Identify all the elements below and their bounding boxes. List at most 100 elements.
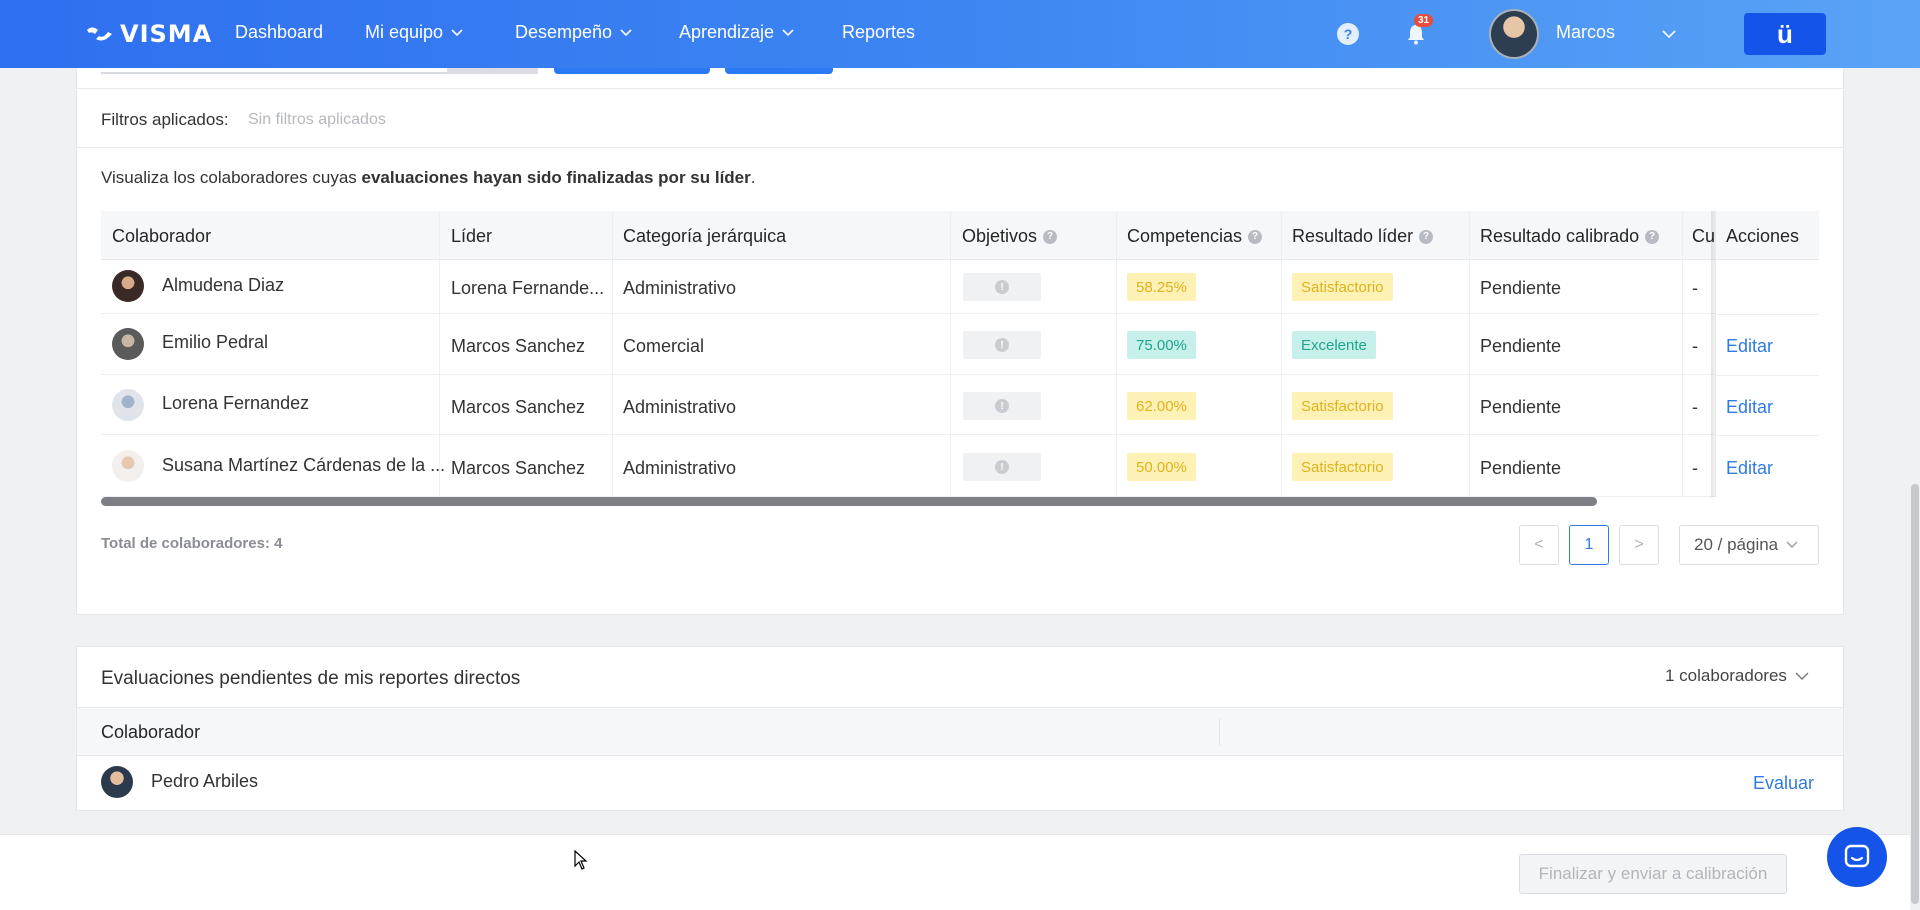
nav-aprendizaje[interactable]: Aprendizaje bbox=[679, 22, 794, 43]
chat-launcher-button[interactable] bbox=[1827, 827, 1887, 887]
header-resultado-lider-label: Resultado líder bbox=[1292, 226, 1414, 246]
header-lider[interactable]: Líder bbox=[451, 226, 492, 247]
cell-resultado-calibrado: Pendiente bbox=[1480, 397, 1562, 417]
chevron-down-icon bbox=[1786, 541, 1798, 548]
pending-count: 1 colaboradores bbox=[1665, 666, 1787, 685]
total-colaboradores: Total de colaboradores: 4 bbox=[101, 535, 283, 552]
header-resultado-calibrado[interactable]: Resultado calibrado? bbox=[1480, 226, 1660, 247]
nav-desempeno[interactable]: Desempeño bbox=[515, 22, 632, 43]
cell-cu: - bbox=[1692, 458, 1698, 478]
row-divider bbox=[1716, 375, 1819, 376]
cell-cu: - bbox=[1692, 278, 1698, 298]
edit-link[interactable]: Editar bbox=[1726, 397, 1773, 418]
alert-icon: ! bbox=[995, 338, 1009, 352]
header-colaborador[interactable]: Colaborador bbox=[112, 226, 211, 247]
nav-dashboard-label: Dashboard bbox=[235, 22, 324, 42]
avatar bbox=[112, 450, 144, 482]
header-acciones: Acciones bbox=[1726, 226, 1799, 247]
chat-icon bbox=[1844, 844, 1870, 868]
brand-name: VISMA bbox=[120, 20, 213, 48]
visma-logo[interactable]: VISMA bbox=[86, 20, 212, 48]
avatar bbox=[112, 389, 144, 421]
cell-resultado-calibrado: Pendiente bbox=[1480, 458, 1562, 478]
header-objetivos[interactable]: Objetivos? bbox=[962, 226, 1058, 247]
nav-dashboard[interactable]: Dashboard bbox=[235, 22, 323, 43]
header-competencias-label: Competencias bbox=[1127, 226, 1243, 246]
chevron-down-icon bbox=[620, 28, 632, 36]
cell-colaborador[interactable]: Almudena Diaz bbox=[162, 275, 284, 296]
objetivos-empty-pill: ! bbox=[963, 453, 1041, 481]
objetivos-empty-pill: ! bbox=[963, 273, 1041, 301]
pagination-page-1[interactable]: 1 bbox=[1569, 525, 1609, 565]
header-colaborador-label: Colaborador bbox=[112, 226, 212, 246]
cell-resultado-calibrado: Pendiente bbox=[1480, 278, 1562, 298]
competencias-tag: 62.00% bbox=[1127, 392, 1196, 420]
pending-colaborador-name[interactable]: Pedro Arbiles bbox=[151, 771, 258, 792]
page-scrollbar-thumb[interactable] bbox=[1911, 484, 1919, 904]
cell-categoria: Comercial bbox=[623, 336, 705, 356]
description-prefix: Visualiza los colaboradores cuyas bbox=[101, 168, 362, 187]
cell-lider: Lorena Fernande... bbox=[451, 278, 605, 298]
evaluations-table: Colaborador Líder Categoría jerárquica O… bbox=[101, 211, 1819, 497]
resultado-lider-tag: Excelente bbox=[1292, 331, 1376, 359]
user-menu-chevron-icon[interactable] bbox=[1662, 30, 1676, 39]
cell-resultado-calibrado: Pendiente bbox=[1480, 336, 1562, 356]
help-icon[interactable]: ? bbox=[1337, 23, 1359, 45]
info-icon[interactable]: ? bbox=[1645, 229, 1660, 244]
competencias-tag: 75.00% bbox=[1127, 331, 1196, 359]
competencias-tag: 50.00% bbox=[1127, 453, 1196, 481]
resultado-lider-tag: Satisfactorio bbox=[1292, 273, 1393, 301]
top-navbar: VISMA Dashboard Mi equipo Desempeño Apre… bbox=[0, 0, 1920, 68]
objetivos-empty-pill: ! bbox=[963, 331, 1041, 359]
visma-mark-icon bbox=[87, 27, 112, 41]
resultado-lider-tag: Satisfactorio bbox=[1292, 392, 1393, 420]
mouse-cursor-icon bbox=[574, 850, 588, 870]
cell-lider: Marcos Sanchez bbox=[451, 336, 586, 356]
pending-table-header bbox=[77, 707, 1843, 756]
description-bold: evaluaciones hayan sido finalizadas por … bbox=[361, 168, 751, 187]
cell-colaborador[interactable]: Lorena Fernandez bbox=[162, 393, 309, 414]
nav-aprendizaje-label: Aprendizaje bbox=[679, 22, 775, 42]
user-name[interactable]: Marcos bbox=[1556, 22, 1615, 43]
nav-mi-equipo[interactable]: Mi equipo bbox=[365, 22, 463, 43]
cell-categoria: Administrativo bbox=[623, 458, 737, 478]
app-switch-button[interactable]: ü bbox=[1744, 13, 1826, 55]
chevron-down-icon bbox=[1795, 672, 1809, 680]
divider bbox=[77, 147, 1843, 148]
chevron-down-icon bbox=[782, 28, 794, 36]
page-size-value: 20 / página bbox=[1694, 535, 1779, 554]
nav-desempeno-label: Desempeño bbox=[515, 22, 613, 42]
finish-and-send-button[interactable]: Finalizar y enviar a calibración bbox=[1519, 854, 1787, 894]
header-competencias[interactable]: Competencias? bbox=[1127, 226, 1263, 247]
pagination-next-button[interactable]: > bbox=[1619, 525, 1659, 565]
user-avatar[interactable] bbox=[1489, 9, 1539, 59]
alert-icon: ! bbox=[995, 460, 1009, 474]
info-icon[interactable]: ? bbox=[1248, 229, 1263, 244]
competencias-tag: 58.25% bbox=[1127, 273, 1196, 301]
nav-mi-equipo-label: Mi equipo bbox=[365, 22, 444, 42]
info-icon[interactable]: ? bbox=[1419, 229, 1434, 244]
cell-categoria: Administrativo bbox=[623, 397, 737, 417]
edit-link[interactable]: Editar bbox=[1726, 336, 1773, 357]
header-categoria[interactable]: Categoría jerárquica bbox=[623, 226, 786, 247]
cell-colaborador[interactable]: Susana Martínez Cárdenas de la ... bbox=[162, 455, 445, 476]
edit-link[interactable]: Editar bbox=[1726, 458, 1773, 479]
pagination-prev-button[interactable]: < bbox=[1519, 525, 1559, 565]
page-size-select[interactable]: 20 / página bbox=[1679, 525, 1819, 565]
nav-reportes[interactable]: Reportes bbox=[842, 22, 915, 43]
info-icon[interactable]: ? bbox=[1043, 229, 1058, 244]
evaluar-link[interactable]: Evaluar bbox=[1753, 773, 1814, 794]
avatar bbox=[101, 766, 133, 798]
cell-colaborador[interactable]: Emilio Pedral bbox=[162, 332, 268, 353]
row-divider bbox=[1716, 314, 1819, 315]
avatar bbox=[112, 270, 144, 302]
alert-icon: ! bbox=[995, 399, 1009, 413]
header-resultado-lider[interactable]: Resultado líder? bbox=[1292, 226, 1434, 247]
description-suffix: . bbox=[750, 168, 756, 187]
pending-count-toggle[interactable]: 1 colaboradores bbox=[1665, 666, 1809, 686]
table-row bbox=[101, 260, 1819, 314]
cell-lider: Marcos Sanchez bbox=[451, 458, 586, 478]
cell-cu: - bbox=[1692, 397, 1698, 417]
row-divider bbox=[1716, 435, 1819, 436]
table-horizontal-scrollbar[interactable] bbox=[101, 497, 1597, 506]
